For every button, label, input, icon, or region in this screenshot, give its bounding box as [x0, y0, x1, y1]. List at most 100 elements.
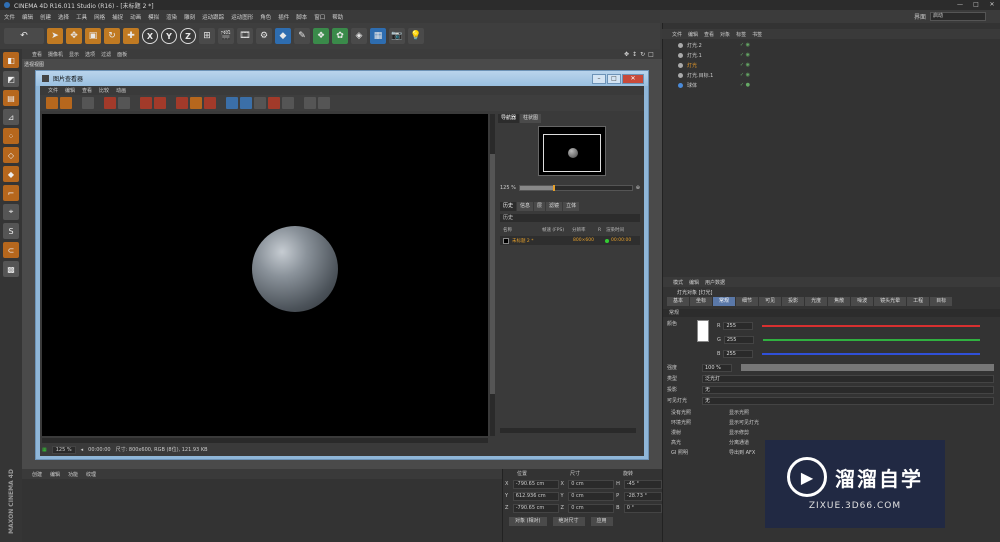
tab-target[interactable]: 目标	[930, 297, 953, 306]
menu-mesh[interactable]: 网格	[94, 13, 105, 21]
viewport-menu-filter[interactable]: 过滤	[101, 51, 111, 58]
visibility-check-icon[interactable]: ✓ ◉	[740, 62, 750, 68]
tab-details[interactable]: 细节	[736, 297, 759, 306]
checkbox-gi[interactable]: GI 照明	[667, 448, 711, 457]
status-zoom[interactable]: 125 %	[51, 445, 76, 454]
close-button[interactable]: ✕	[984, 0, 1000, 10]
am-menu-edit[interactable]: 编辑	[689, 279, 699, 286]
view-split-icon[interactable]	[240, 97, 252, 109]
history-row[interactable]: 未标题 2 * 800×600 00:00:00	[500, 236, 640, 245]
tab-basic[interactable]: 基本	[667, 297, 690, 306]
menu-animate[interactable]: 动画	[130, 13, 141, 21]
rgb-value-g[interactable]: 255	[723, 335, 754, 344]
points-mode-icon[interactable]: ⁘	[3, 128, 19, 144]
mat-menu-texture[interactable]: 纹理	[86, 471, 96, 478]
am-menu-mode[interactable]: 模式	[673, 279, 683, 286]
viewport-menu-display[interactable]: 显示	[69, 51, 79, 58]
menu-plugins[interactable]: 插件	[278, 13, 289, 21]
om-menu-edit[interactable]: 编辑	[688, 31, 698, 38]
channel-r-icon[interactable]	[268, 97, 280, 109]
tab-lens-glow[interactable]: 镜头光晕	[874, 297, 907, 306]
om-menu-file[interactable]: 文件	[672, 31, 682, 38]
save-icon[interactable]	[60, 97, 72, 109]
rgb-value-r[interactable]: 255	[723, 321, 754, 330]
make-editable-icon[interactable]: ◧	[3, 52, 19, 68]
render-horizontal-scrollbar[interactable]	[42, 438, 488, 443]
tab-history[interactable]: 历史	[500, 202, 517, 211]
render-icon[interactable]	[140, 97, 152, 109]
cube-icon[interactable]: ◆	[275, 28, 291, 44]
tab-filter[interactable]: 滤镜	[546, 202, 563, 211]
add-icon[interactable]: ✚	[123, 28, 139, 44]
light-icon[interactable]: 💡	[408, 28, 424, 44]
pv-menu-compare[interactable]: 比较	[99, 87, 109, 94]
viewport-rotate-icon[interactable]: ↻	[640, 51, 645, 58]
spline-pen-icon[interactable]: ✎	[294, 28, 310, 44]
menu-window[interactable]: 窗口	[314, 13, 325, 21]
pv-menu-edit[interactable]: 编辑	[65, 87, 75, 94]
render-settings-icon[interactable]: ⚙	[256, 28, 272, 44]
pos-y-field[interactable]: 612.936 cm	[512, 491, 559, 501]
object-row[interactable]: 灯光.1 ✓ ◉	[662, 50, 1000, 60]
menu-create[interactable]: 创建	[40, 13, 51, 21]
mat-menu-create[interactable]: 创建	[32, 471, 42, 478]
checkbox-show-light[interactable]: 显示光照	[725, 408, 785, 417]
mat-menu-function[interactable]: 功能	[68, 471, 78, 478]
tab-coord[interactable]: 坐标	[690, 297, 713, 306]
magnet-icon[interactable]: ⊂	[3, 242, 19, 258]
tab-stereo[interactable]: 立体	[563, 202, 580, 211]
model-mode-icon[interactable]: ◩	[3, 71, 19, 87]
history-scrollbar[interactable]	[500, 428, 636, 433]
red-slider[interactable]	[762, 324, 980, 327]
checkbox-ambient[interactable]: 环境光照	[667, 418, 711, 427]
array-icon[interactable]: ✿	[332, 28, 348, 44]
intensity-value[interactable]: 100 %	[702, 363, 732, 372]
texture-mode-icon[interactable]: ▤	[3, 90, 19, 106]
y-axis-button[interactable]: Y	[161, 28, 177, 44]
camera-icon[interactable]: 📷	[389, 28, 405, 44]
coord-mode-dropdown[interactable]: 对象 (相对)	[509, 517, 547, 526]
layout-dropdown[interactable]: 启动	[930, 12, 986, 21]
tab-noise[interactable]: 噪波	[851, 297, 874, 306]
deformer-icon[interactable]: ◈	[351, 28, 367, 44]
edges-mode-icon[interactable]: ◇	[3, 147, 19, 163]
render-view-icon[interactable]: 🎬	[218, 28, 234, 44]
pos-x-field[interactable]: -790.65 cm	[512, 479, 559, 489]
tab-shadow[interactable]: 投影	[782, 297, 805, 306]
rotate-icon[interactable]: ↻	[104, 28, 120, 44]
menu-simulate[interactable]: 模拟	[148, 13, 159, 21]
object-row-selected[interactable]: 灯光 ✓ ◉	[662, 60, 1000, 70]
navigator-thumbnail[interactable]	[538, 126, 606, 176]
am-menu-userdata[interactable]: 用户数据	[705, 279, 725, 286]
scale-icon[interactable]: ▣	[85, 28, 101, 44]
tab-photometric[interactable]: 光度	[805, 297, 828, 306]
visibility-check-icon[interactable]: ✓ ◉	[740, 42, 750, 48]
tab-navigator[interactable]: 导航器	[498, 114, 520, 123]
floor-icon[interactable]: ▦	[370, 28, 386, 44]
snap-icon[interactable]: S	[3, 223, 19, 239]
polygons-mode-icon[interactable]: ◆	[3, 166, 19, 182]
tab-histogram[interactable]: 柱状图	[520, 114, 542, 123]
view-single-icon[interactable]	[226, 97, 238, 109]
channel-a-icon[interactable]	[282, 97, 294, 109]
object-row[interactable]: 灯光.目标.1 ✓ ◉	[662, 70, 1000, 80]
viewport-move-icon[interactable]: ✥	[624, 51, 629, 58]
om-menu-view[interactable]: 查看	[704, 31, 714, 38]
rot-p-field[interactable]: -28.73 °	[623, 491, 662, 501]
visibility-check-icon[interactable]: ✓ ●	[740, 82, 750, 88]
object-row[interactable]: 球体 ✓ ●	[662, 80, 1000, 90]
pv-menu-file[interactable]: 文件	[48, 87, 58, 94]
menu-snap[interactable]: 捕捉	[112, 13, 123, 21]
viewport-menu-options[interactable]: 选项	[85, 51, 95, 58]
checkbox-no-light[interactable]: 没有光照	[667, 408, 711, 417]
minimize-button[interactable]: —	[952, 0, 968, 10]
menu-script[interactable]: 脚本	[296, 13, 307, 21]
visibility-check-icon[interactable]: ✓ ◉	[740, 72, 750, 78]
menu-mograph[interactable]: 运动图形	[231, 13, 253, 21]
visible-light-dropdown[interactable]: 无	[702, 396, 994, 405]
tab-project[interactable]: 工程	[907, 297, 930, 306]
scroll-thumb[interactable]	[490, 154, 495, 394]
menu-motion-tracker[interactable]: 运动跟踪	[202, 13, 224, 21]
menu-render[interactable]: 渲染	[166, 13, 177, 21]
zoom-knob[interactable]	[553, 185, 556, 191]
